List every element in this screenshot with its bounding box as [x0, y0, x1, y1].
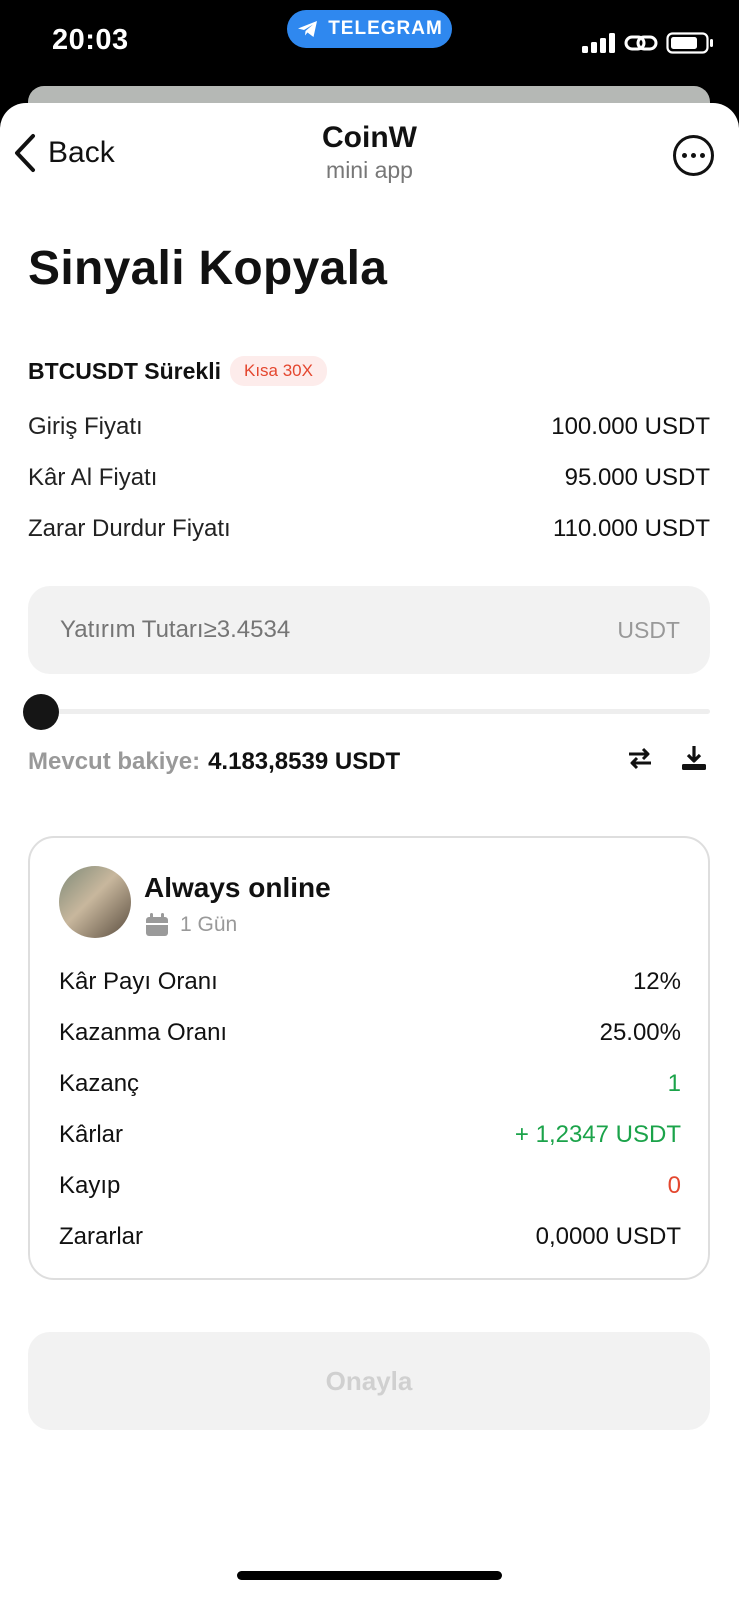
- take-profit-label: Kâr Al Fiyatı: [28, 464, 158, 491]
- page-title: Sinyali Kopyala: [28, 242, 388, 295]
- telegram-icon: [298, 21, 318, 37]
- trader-duration: 1 Gün: [144, 912, 237, 938]
- stat-value: 0,0000 USDT: [535, 1223, 681, 1250]
- take-profit-value: 95.000 USDT: [564, 464, 710, 491]
- amount-slider-thumb[interactable]: [23, 694, 59, 730]
- amount-unit: USDT: [617, 616, 680, 643]
- investment-amount-field[interactable]: USDT: [28, 586, 710, 674]
- entry-price-value: 100.000 USDT: [551, 413, 710, 440]
- stat-row: Kâr Payı Oranı 12%: [59, 968, 681, 996]
- stat-row: Kayıp 0: [59, 1172, 681, 1200]
- trader-avatar: [59, 866, 131, 938]
- trader-name: Always online: [144, 872, 331, 903]
- stat-value: 0: [667, 1172, 681, 1199]
- stat-value: 12%: [632, 968, 681, 995]
- trader-card[interactable]: Always online 1 Gün Kâr Payı Oranı 12% K…: [28, 836, 710, 1280]
- stat-row: Kazanma Oranı 25.00%: [59, 1019, 681, 1047]
- download-icon[interactable]: [680, 744, 708, 772]
- stat-label: Kazanç: [59, 1070, 140, 1097]
- stat-row: Zararlar 0,0000 USDT: [59, 1223, 681, 1251]
- telegram-label: TELEGRAM: [328, 18, 443, 39]
- app-title: CoinW mini app: [0, 121, 739, 184]
- position-badge: Kısa 30X: [229, 356, 327, 386]
- link-icon: [624, 35, 658, 51]
- more-icon[interactable]: [673, 135, 714, 176]
- signal-icon: [582, 33, 615, 53]
- stat-label: Kazanma Oranı: [59, 1019, 228, 1046]
- entry-price-label: Giriş Fiyatı: [28, 413, 143, 440]
- duration-label: 1 Gün: [180, 913, 238, 936]
- stop-loss-value: 110.000 USDT: [553, 515, 710, 542]
- transfer-icon[interactable]: [626, 744, 654, 772]
- stat-row: Kazanç 1: [59, 1070, 681, 1098]
- status-icons: [582, 32, 714, 54]
- stat-value: 25.00%: [599, 1019, 681, 1046]
- stat-label: Kârlar: [59, 1121, 124, 1148]
- status-bar: 20:03 TELEGRAM: [0, 0, 739, 100]
- pair-row: BTCUSDT Sürekli Kısa 30X: [28, 356, 327, 386]
- amount-slider-track[interactable]: [28, 709, 710, 714]
- take-profit-row: Kâr Al Fiyatı 95.000 USDT: [28, 464, 710, 492]
- pair-name: BTCUSDT Sürekli: [28, 357, 221, 384]
- balance-label: Mevcut bakiye:: [28, 748, 201, 775]
- balance-value: 4.183,8539 USDT: [208, 748, 401, 775]
- stat-label: Kâr Payı Oranı: [59, 968, 218, 995]
- stat-row: Kârlar + 1,2347 USDT: [59, 1121, 681, 1149]
- battery-icon: [666, 32, 713, 54]
- telegram-pill[interactable]: TELEGRAM: [287, 10, 452, 48]
- app-name: CoinW: [322, 121, 417, 154]
- status-time: 20:03: [52, 24, 129, 56]
- entry-price-row: Giriş Fiyatı 100.000 USDT: [28, 413, 710, 441]
- stat-label: Kayıp: [59, 1172, 121, 1199]
- stat-value: + 1,2347 USDT: [514, 1121, 681, 1148]
- confirm-button[interactable]: Onayla: [28, 1332, 710, 1430]
- mini-app-sheet: Back CoinW mini app Sinyali Kopyala BTCU…: [0, 103, 739, 1600]
- app-subtitle: mini app: [326, 157, 413, 183]
- stat-value: 1: [667, 1070, 681, 1097]
- balance-row: Mevcut bakiye: 4.183,8539 USDT: [28, 748, 400, 776]
- home-indicator: [237, 1571, 502, 1580]
- calendar-icon: [146, 913, 168, 936]
- stop-loss-row: Zarar Durdur Fiyatı 110.000 USDT: [28, 515, 710, 543]
- stat-label: Zararlar: [59, 1223, 144, 1250]
- stop-loss-label: Zarar Durdur Fiyatı: [28, 515, 231, 542]
- investment-amount-input[interactable]: [58, 615, 482, 645]
